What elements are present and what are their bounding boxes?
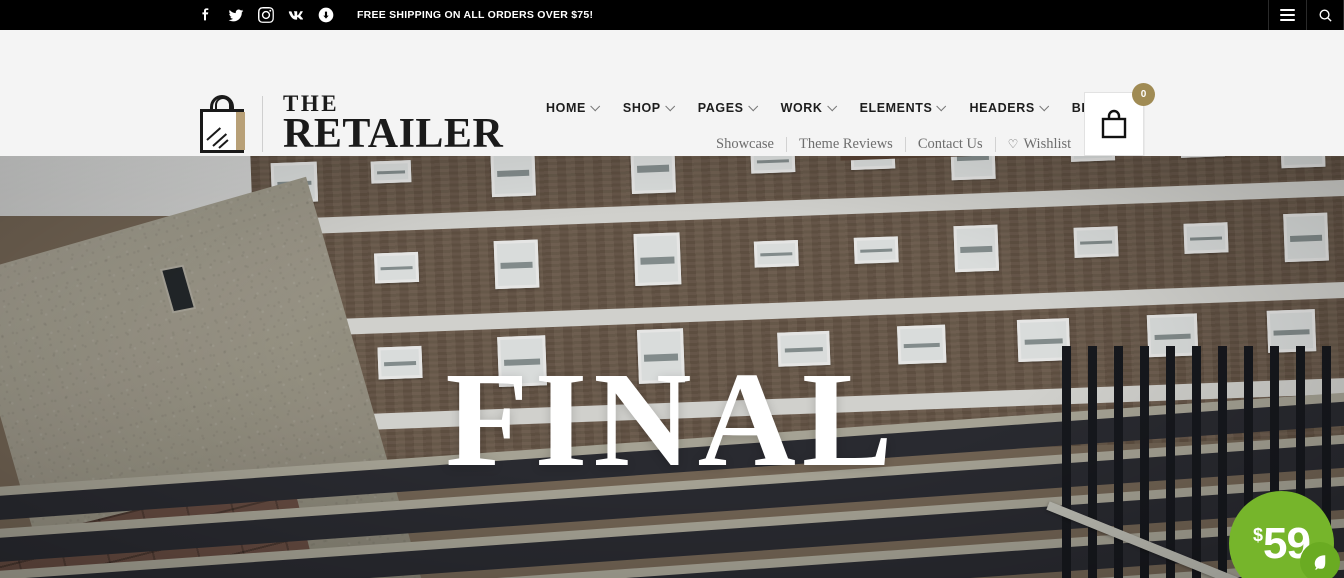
nav-item-work[interactable]: WORK [780, 100, 837, 115]
page-root: FREE SHIPPING ON ALL ORDERS OVER $75! TH… [0, 0, 1344, 578]
nav-item-home[interactable]: HOME [546, 100, 601, 115]
shopping-bag-logo-icon [198, 94, 248, 153]
logo-divider [262, 95, 263, 152]
subnav-label: Wishlist [1023, 136, 1072, 152]
search-icon [1319, 9, 1332, 22]
subnav-item-wishlist[interactable]: ♡ Wishlist [996, 136, 1084, 153]
price-currency: $ [1253, 524, 1264, 545]
main-navigation: HOME SHOP PAGES WORK ELEMENTS HEADERS [546, 100, 1110, 115]
cart-count-badge: 0 [1132, 83, 1155, 106]
social-links [198, 0, 334, 30]
nav-label: ELEMENTS [859, 101, 933, 115]
vk-icon[interactable] [288, 7, 304, 23]
menu-toggle-button[interactable] [1268, 0, 1306, 30]
chevron-down-icon [1039, 100, 1049, 111]
chevron-down-icon [936, 100, 947, 111]
chevron-down-icon [747, 100, 758, 111]
twitter-icon[interactable] [228, 7, 244, 23]
instagram-icon[interactable] [258, 7, 274, 23]
secondary-navigation: Showcase Theme Reviews Contact Us ♡ Wish… [704, 136, 1083, 153]
nav-item-pages[interactable]: PAGES [697, 100, 758, 115]
nav-label: PAGES [697, 101, 744, 115]
subnav-item-theme-reviews[interactable]: Theme Reviews [787, 136, 905, 153]
leaf-icon[interactable] [1300, 542, 1340, 578]
nav-item-shop[interactable]: SHOP [622, 100, 675, 115]
site-header: THE RETAILER HOME SHOP PAGES WORK ELEMEN… [0, 30, 1344, 156]
logo-line-retailer: RETAILER [283, 111, 504, 157]
nav-label: WORK [780, 101, 823, 115]
nav-item-headers[interactable]: HEADERS [969, 100, 1049, 115]
site-logo[interactable]: THE RETAILER [198, 92, 503, 155]
top-bar-actions [1268, 0, 1344, 30]
cart-button[interactable]: 0 [1084, 83, 1155, 156]
chevron-down-icon [590, 100, 601, 111]
subnav-item-contact-us[interactable]: Contact Us [906, 136, 995, 153]
nav-item-elements[interactable]: ELEMENTS [859, 100, 947, 115]
chevron-down-icon [664, 100, 675, 111]
nav-label: SHOP [622, 101, 661, 115]
hero-banner: FINAL CLEARANCE SALE $ 59 [0, 156, 1344, 578]
subnav-item-showcase[interactable]: Showcase [704, 136, 786, 153]
nav-label: HOME [546, 101, 586, 115]
hero-headline: FINAL [445, 345, 899, 495]
top-bar: FREE SHIPPING ON ALL ORDERS OVER $75! [0, 0, 1344, 30]
heart-icon: ♡ [1007, 137, 1019, 151]
shipping-notice: FREE SHIPPING ON ALL ORDERS OVER $75! [357, 9, 594, 21]
nav-label: HEADERS [969, 101, 1035, 115]
search-button[interactable] [1306, 0, 1344, 30]
facebook-icon[interactable] [198, 7, 214, 23]
cart-bag-icon [1101, 109, 1127, 139]
snapchat-icon[interactable] [318, 7, 334, 23]
chevron-down-icon [826, 100, 837, 111]
hamburger-icon [1280, 6, 1295, 24]
